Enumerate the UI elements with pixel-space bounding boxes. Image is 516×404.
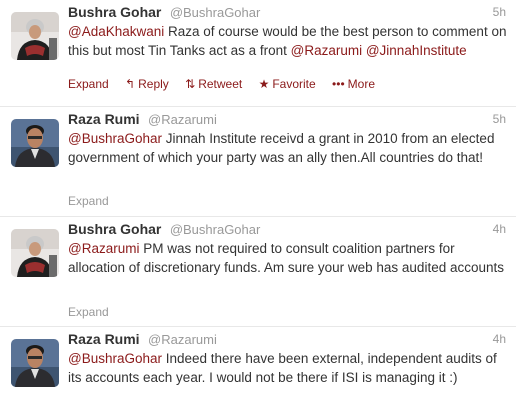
tweet-header: Raza Rumi @Razarumi 4h <box>68 331 506 349</box>
tweet-timestamp[interactable]: 4h <box>493 332 506 346</box>
mention-link[interactable]: @AdaKhakwani <box>68 24 164 39</box>
author-name[interactable]: Raza Rumi <box>68 331 140 347</box>
avatar[interactable] <box>11 119 59 167</box>
tweet-text: @BushraGohar Jinnah Institute receivd a … <box>68 129 510 167</box>
author-name[interactable]: Bushra Gohar <box>68 221 161 237</box>
favorite-button[interactable]: ★ Favorite <box>259 77 316 91</box>
tweet-text: @Razarumi PM was not required to consult… <box>68 239 510 277</box>
mention-link[interactable]: @BushraGohar <box>68 351 162 366</box>
expand-link[interactable]: Expand <box>68 77 109 91</box>
mention-link[interactable]: @JinnahInstitute <box>366 43 467 58</box>
tweet-timeline: Bushra Gohar @BushraGohar 5h @AdaKhakwan… <box>0 0 516 404</box>
author-handle[interactable]: @Razarumi <box>148 112 217 127</box>
more-label: More <box>347 77 375 91</box>
retweet-label: Retweet <box>198 77 243 91</box>
author-handle[interactable]: @Razarumi <box>148 332 217 347</box>
tweet[interactable]: Bushra Gohar @BushraGohar 4h @Razarumi P… <box>0 217 516 327</box>
tweet[interactable]: Raza Rumi @Razarumi 5h @BushraGohar Jinn… <box>0 107 516 217</box>
avatar[interactable] <box>11 339 59 387</box>
tweet-text: @AdaKhakwani Raza of course would be the… <box>68 22 510 60</box>
more-dots-icon: ••• <box>332 77 345 91</box>
tweet-text: @BushraGohar Indeed there have been exte… <box>68 349 510 387</box>
avatar[interactable] <box>11 12 59 60</box>
reply-button[interactable]: ↰ Reply <box>125 77 169 91</box>
tweet-header: Bushra Gohar @BushraGohar 4h <box>68 221 506 239</box>
tweet-header: Raza Rumi @Razarumi 5h <box>68 111 506 129</box>
retweet-icon: ⇅ <box>185 77 196 91</box>
tweet-actions: Expand ↰ Reply ⇅ Retweet ★ Favorite ••• More <box>68 77 388 91</box>
mention-link[interactable]: @Razarumi <box>68 241 139 256</box>
star-icon: ★ <box>258 77 270 91</box>
tweet-actions: Expand <box>68 194 122 208</box>
tweet-timestamp[interactable]: 5h <box>493 5 506 19</box>
reply-label: Reply <box>138 77 169 91</box>
tweet-header: Bushra Gohar @BushraGohar 5h <box>68 4 506 22</box>
reply-icon: ↰ <box>125 77 136 91</box>
mention-link[interactable]: @Razarumi <box>291 43 362 58</box>
more-button[interactable]: ••• More <box>332 77 375 91</box>
tweet-timestamp[interactable]: 5h <box>493 112 506 126</box>
expand-link[interactable]: Expand <box>68 305 109 319</box>
tweet[interactable]: Raza Rumi @Razarumi 4h @BushraGohar Inde… <box>0 327 516 404</box>
author-name[interactable]: Raza Rumi <box>68 111 140 127</box>
avatar[interactable] <box>11 229 59 277</box>
author-handle[interactable]: @BushraGohar <box>170 5 261 20</box>
expand-link[interactable]: Expand <box>68 194 109 208</box>
mention-link[interactable]: @BushraGohar <box>68 131 162 146</box>
tweet-actions: Expand <box>68 305 122 319</box>
author-handle[interactable]: @BushraGohar <box>170 222 261 237</box>
author-name[interactable]: Bushra Gohar <box>68 4 161 20</box>
favorite-label: Favorite <box>272 77 316 91</box>
tweet-timestamp[interactable]: 4h <box>493 222 506 236</box>
retweet-button[interactable]: ⇅ Retweet <box>185 77 242 91</box>
tweet[interactable]: Bushra Gohar @BushraGohar 5h @AdaKhakwan… <box>0 0 516 107</box>
